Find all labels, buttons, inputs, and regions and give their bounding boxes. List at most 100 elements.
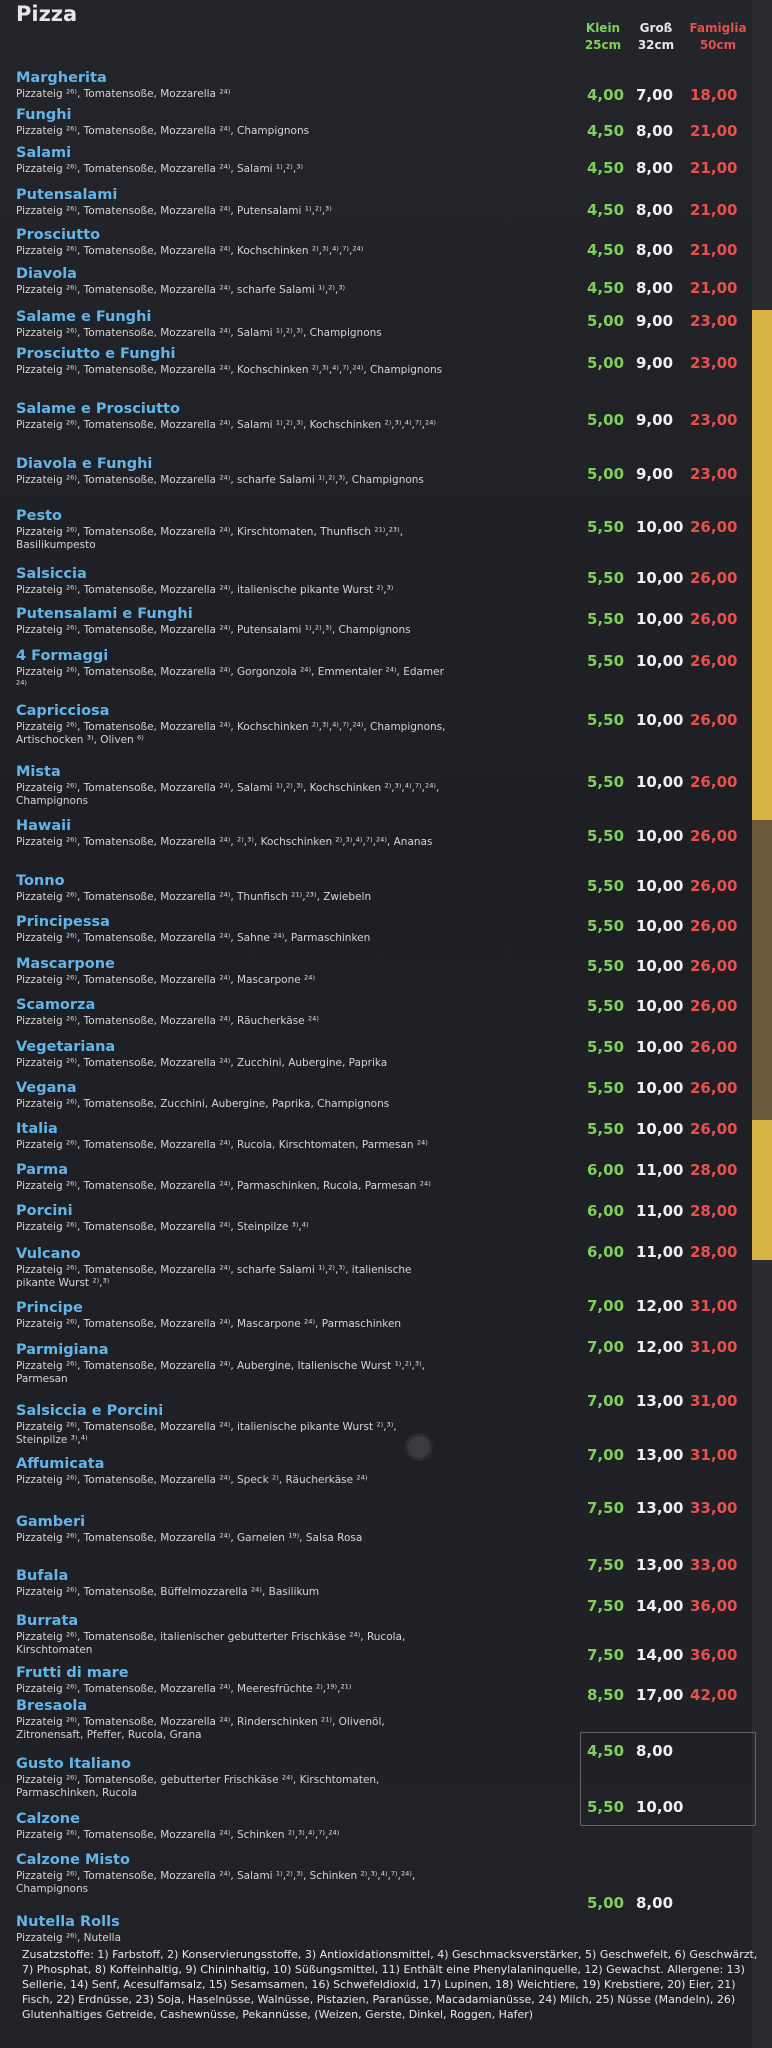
price-small: 5,50 [587, 652, 625, 670]
price-medium: 11,00 [636, 1161, 684, 1179]
item-name: Mascarpone [16, 956, 115, 972]
item-description: Pizzateig ²⁶⁾, Tomatensoße, Mozzarella ²… [16, 419, 436, 431]
price-small: 4,50 [587, 241, 625, 259]
price-small: 7,00 [587, 1446, 625, 1464]
item-name: Vulcano [16, 1246, 81, 1262]
menu-item: Salame e Funghi Pizzateig ²⁶⁾, Tomatensoß… [16, 309, 576, 340]
price-medium: 10,00 [636, 997, 684, 1015]
item-description: Pizzateig ²⁶⁾, Tomatensoße, Mozzarella ²… [16, 1015, 319, 1027]
price-medium: 13,00 [636, 1392, 684, 1410]
price-large: 26,00 [690, 773, 738, 791]
price-small: 4,50 [587, 122, 625, 140]
item-name: Principessa [16, 914, 110, 930]
price-large: 31,00 [690, 1446, 738, 1464]
price-small: 6,00 [587, 1243, 625, 1261]
price-large: 31,00 [690, 1297, 738, 1315]
price-small: 7,50 [587, 1597, 625, 1615]
menu-item: Margherita Pizzateig ²⁶⁾, Tomatensoße, Mo… [16, 70, 576, 101]
size-header-small: Klein 25cm [578, 20, 628, 54]
item-description: Pizzateig ²⁶⁾, Tomatensoße, Mozzarella ²… [16, 327, 382, 339]
size-header-large-diameter: 50cm [699, 38, 737, 52]
price-small: 4,00 [587, 86, 625, 104]
item-description: Pizzateig ²⁶⁾, Tomatensoße, Mozzarella ²… [16, 666, 444, 691]
item-description: Pizzateig ²⁶⁾, Tomatensoße, Mozzarella ²… [16, 1180, 431, 1192]
menu-item: Diavola e Funghi Pizzateig ²⁶⁾, Tomatenso… [16, 456, 576, 487]
price-medium: 14,00 [636, 1597, 684, 1615]
price-large: 33,00 [690, 1556, 738, 1574]
price-large: 26,00 [690, 1120, 738, 1138]
price-medium: 9,00 [636, 465, 674, 483]
price-small: 4,50 [587, 1742, 625, 1760]
menu-item: Burrata Pizzateig ²⁶⁾, Tomatensoße, itali… [16, 1613, 576, 1657]
item-description: Pizzateig ²⁶⁾, Tomatensoße, Mozzarella ²… [16, 125, 310, 137]
price-small: 5,00 [587, 1894, 625, 1912]
item-name: Funghi [16, 107, 72, 123]
item-description: Pizzateig ²⁶⁾, Tomatensoße, Mozzarella ²… [16, 1870, 416, 1895]
item-description: Pizzateig ²⁶⁾, Tomatensoße, Mozzarella ²… [16, 284, 346, 296]
price-large: 26,00 [690, 1079, 738, 1097]
item-description: Pizzateig ²⁶⁾, Tomatensoße, Mozzarella ²… [16, 1221, 309, 1233]
menu-item: 4 Formaggi Pizzateig ²⁶⁾, Tomatensoße, Mo… [16, 648, 576, 692]
menu-item: Porcini Pizzateig ²⁶⁾, Tomatensoße, Mozza… [16, 1203, 576, 1234]
item-name: Salame e Funghi [16, 309, 152, 325]
item-description: Pizzateig ²⁶⁾, Tomatensoße, Mozzarella ²… [16, 474, 424, 486]
item-description: Pizzateig ²⁶⁾, Tomatensoße, Mozzarella ²… [16, 891, 372, 903]
item-description: Pizzateig ²⁶⁾, Tomatensoße, Mozzarella ²… [16, 1264, 412, 1289]
item-description: Pizzateig ²⁶⁾, Tomatensoße, Mozzarella ²… [16, 932, 371, 944]
item-description: Pizzateig ²⁶⁾, Tomatensoße, Mozzarella ²… [16, 1139, 428, 1151]
price-medium: 13,00 [636, 1499, 684, 1517]
item-name: Italia [16, 1121, 58, 1137]
price-small: 5,00 [587, 312, 625, 330]
price-large: 26,00 [690, 518, 738, 536]
item-description: Pizzateig ²⁶⁾, Tomatensoße, Mozzarella ²… [16, 163, 303, 175]
menu-title: Pizza [16, 2, 78, 26]
size-header-small-diameter: 25cm [584, 38, 622, 52]
menu-item: Diavola Pizzateig ²⁶⁾, Tomatensoße, Mozza… [16, 266, 576, 297]
price-small: 5,50 [587, 997, 625, 1015]
price-small: 7,00 [587, 1392, 625, 1410]
item-name: Putensalami e Funghi [16, 606, 193, 622]
menu-item: Gusto Italiano Pizzateig ²⁶⁾, Tomatensoße… [16, 1756, 576, 1800]
menu-item: Italia Pizzateig ²⁶⁾, Tomatensoße, Mozzar… [16, 1121, 576, 1152]
price-small: 5,50 [587, 827, 625, 845]
price-small: 5,50 [587, 773, 625, 791]
menu-item: Bufala Pizzateig ²⁶⁾, Tomatensoße, Büffel… [16, 1568, 576, 1599]
price-large: 21,00 [690, 279, 738, 297]
item-name: Salsiccia e Porcini [16, 1403, 164, 1419]
price-medium: 10,00 [636, 877, 684, 895]
price-large: 26,00 [690, 711, 738, 729]
size-header-medium-diameter: 32cm [637, 38, 675, 52]
price-small: 7,50 [587, 1646, 625, 1664]
item-description: Pizzateig ²⁶⁾, Tomatensoße, Mozzarella ²… [16, 624, 411, 636]
price-large: 21,00 [690, 201, 738, 219]
price-medium: 11,00 [636, 1243, 684, 1261]
price-large: 23,00 [690, 354, 738, 372]
menu-item: Prosciutto Pizzateig ²⁶⁾, Tomatensoße, Mo… [16, 227, 576, 258]
item-name: Salame e Prosciutto [16, 401, 180, 417]
item-name: Scamorza [16, 997, 96, 1013]
item-name: 4 Formaggi [16, 648, 109, 664]
menu-item: Scamorza Pizzateig ²⁶⁾, Tomatensoße, Mozz… [16, 997, 576, 1028]
price-small: 8,50 [587, 1686, 625, 1704]
menu-item: Hawaii Pizzateig ²⁶⁾, Tomatensoße, Mozzar… [16, 818, 576, 849]
menu-item: Pesto Pizzateig ²⁶⁾, Tomatensoße, Mozzare… [16, 508, 576, 552]
price-large: 28,00 [690, 1202, 738, 1220]
menu-item: Salami Pizzateig ²⁶⁾, Tomatensoße, Mozzar… [16, 145, 576, 176]
price-medium: 10,00 [636, 1798, 684, 1816]
item-description: Pizzateig ²⁶⁾, Tomatensoße, Mozzarella ²… [16, 1829, 340, 1841]
price-medium: 10,00 [636, 652, 684, 670]
menu-item: Capricciosa Pizzateig ²⁶⁾, Tomatensoße, M… [16, 703, 576, 747]
item-description: Pizzateig ²⁶⁾, Tomatensoße, Mozzarella ²… [16, 526, 404, 551]
item-name: Principe [16, 1300, 83, 1316]
price-small: 5,50 [587, 569, 625, 587]
price-medium: 10,00 [636, 957, 684, 975]
price-medium: 10,00 [636, 1038, 684, 1056]
price-large: 26,00 [690, 569, 738, 587]
price-large: 33,00 [690, 1499, 738, 1517]
item-name: Diavola e Funghi [16, 456, 153, 472]
menu-item: Frutti di mare Pizzateig ²⁶⁾, Tomatensoße… [16, 1665, 576, 1696]
price-small: 6,00 [587, 1161, 625, 1179]
item-description: Pizzateig ²⁶⁾, Tomatensoße, Zucchini, Au… [16, 1098, 390, 1110]
price-large: 36,00 [690, 1646, 738, 1664]
menu-item: Nutella Rolls Pizzateig ²⁶⁾, Nutella [16, 1914, 576, 1945]
